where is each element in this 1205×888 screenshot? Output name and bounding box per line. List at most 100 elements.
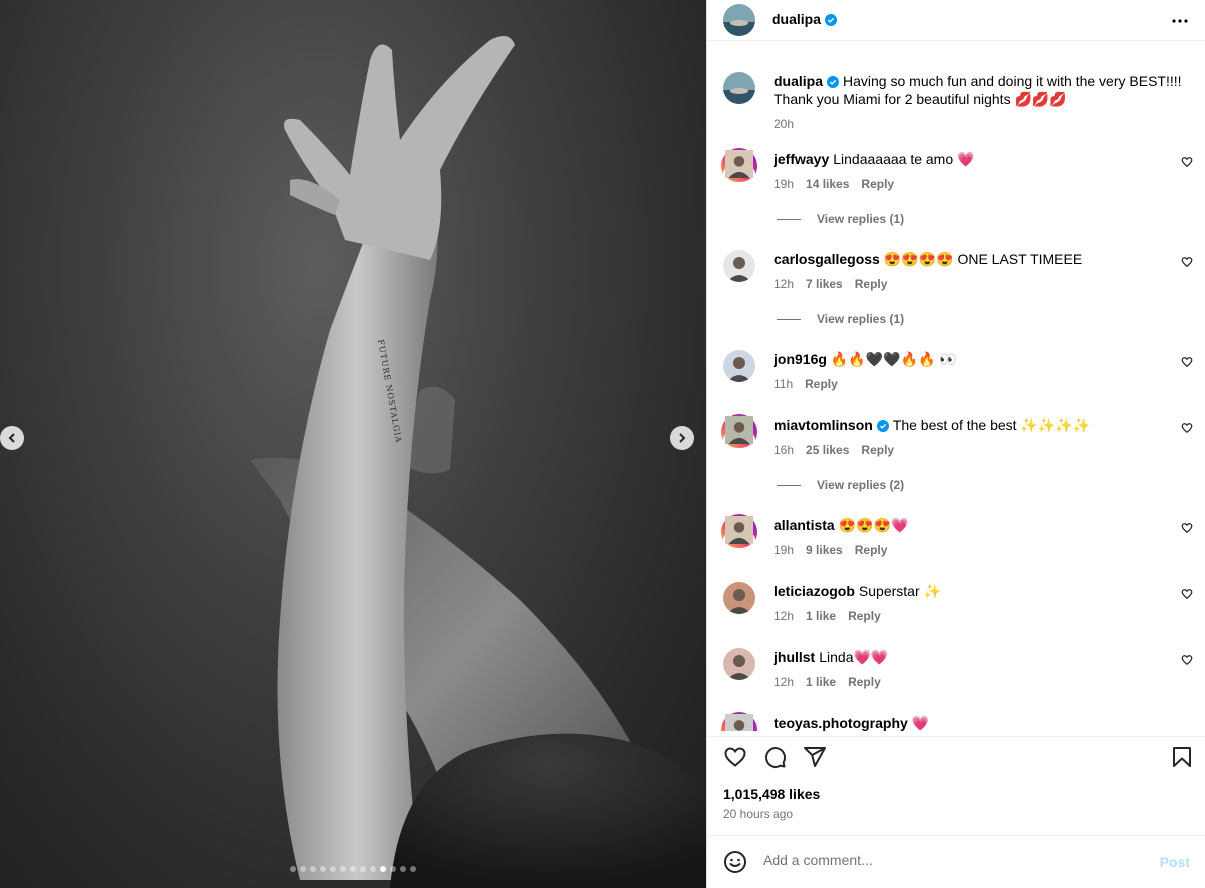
comment-username[interactable]: carlosgallegoss bbox=[774, 251, 880, 267]
caption-meta: 20h bbox=[774, 117, 806, 131]
author-avatar[interactable] bbox=[723, 4, 755, 36]
comment-username[interactable]: jeffwayy bbox=[774, 151, 829, 167]
comment-time[interactable]: 12h bbox=[774, 609, 794, 623]
comment-body: 😍😍😍😍 ONE LAST TIMEEE bbox=[883, 251, 1083, 267]
comment-time[interactable]: 19h bbox=[774, 543, 794, 557]
reply-button[interactable]: Reply bbox=[861, 443, 894, 457]
comment-meta: 11h Reply bbox=[774, 377, 850, 391]
likes-count[interactable]: 1,015,498 likes bbox=[723, 786, 820, 802]
carousel-dot bbox=[370, 866, 376, 872]
comment-username[interactable]: teoyas.photography bbox=[774, 715, 908, 731]
commenter-avatar[interactable] bbox=[721, 712, 757, 731]
like-comment-icon[interactable] bbox=[1181, 654, 1193, 666]
commenter-avatar[interactable] bbox=[721, 414, 757, 450]
carousel-dot bbox=[320, 866, 326, 872]
comment-username[interactable]: jon916g bbox=[774, 351, 827, 367]
comment-text: allantista 😍😍😍💗 bbox=[774, 516, 1184, 534]
comment-body: 😍😍😍💗 bbox=[838, 517, 909, 533]
comment-body: Superstar ✨ bbox=[858, 583, 941, 599]
like-comment-icon[interactable] bbox=[1181, 522, 1193, 534]
comment-time[interactable]: 12h bbox=[774, 675, 794, 689]
comment-likes[interactable]: 1 like bbox=[806, 675, 836, 689]
comment-time[interactable]: 11h bbox=[774, 377, 793, 391]
comment-likes[interactable]: 7 likes bbox=[806, 277, 843, 291]
chevron-right-icon bbox=[679, 433, 686, 443]
reply-button[interactable]: Reply bbox=[855, 543, 888, 557]
commenter-avatar[interactable] bbox=[723, 582, 755, 614]
previous-photo-button[interactable] bbox=[0, 426, 24, 450]
heart-icon[interactable] bbox=[723, 745, 747, 769]
comment-username[interactable]: miavtomlinson bbox=[774, 417, 873, 433]
bookmark-icon[interactable] bbox=[1170, 745, 1194, 769]
post-header: dualipa bbox=[707, 0, 1205, 41]
commenter-avatar[interactable] bbox=[721, 148, 757, 184]
divider bbox=[777, 319, 801, 321]
reply-button[interactable]: Reply bbox=[861, 177, 894, 191]
carousel-dot bbox=[330, 866, 336, 872]
comment-input[interactable] bbox=[763, 852, 1133, 868]
comment-likes[interactable]: 9 likes bbox=[806, 543, 843, 557]
like-comment-icon[interactable] bbox=[1181, 588, 1193, 600]
next-photo-button[interactable] bbox=[670, 426, 694, 450]
comment-icon[interactable] bbox=[763, 745, 787, 769]
post-time[interactable]: 20 hours ago bbox=[723, 807, 793, 821]
comment-text: jhullst Linda💗💗 bbox=[774, 648, 1184, 666]
carousel-indicator bbox=[0, 866, 706, 872]
comment-body: 💗 bbox=[911, 715, 930, 731]
author-username[interactable]: dualipa bbox=[772, 11, 838, 27]
comment-meta: 12h 7 likes Reply bbox=[774, 277, 899, 291]
comment-meta: 16h 25 likes Reply bbox=[774, 443, 906, 457]
caption-text: dualipa Having so much fun and doing it w… bbox=[774, 72, 1184, 108]
caption-username[interactable]: dualipa bbox=[774, 73, 823, 89]
like-comment-icon[interactable] bbox=[1181, 356, 1193, 368]
view-replies-label: View replies (2) bbox=[817, 478, 905, 492]
comment-username[interactable]: leticiazogob bbox=[774, 583, 855, 599]
comment-likes[interactable]: 14 likes bbox=[806, 177, 849, 191]
commenter-avatar[interactable] bbox=[723, 250, 755, 282]
carousel-dot bbox=[400, 866, 406, 872]
post-comment-button[interactable]: Post bbox=[1160, 854, 1190, 870]
carousel-dot bbox=[410, 866, 416, 872]
divider bbox=[777, 485, 801, 487]
comment-body: Lindaaaaaa te amo 💗 bbox=[833, 151, 975, 167]
emoji-icon[interactable] bbox=[723, 850, 747, 874]
divider bbox=[777, 219, 801, 221]
comment-text: teoyas.photography 💗 bbox=[774, 714, 1184, 731]
action-bar bbox=[707, 736, 1205, 776]
view-replies-button[interactable]: View replies (1) bbox=[777, 312, 904, 326]
caption-avatar[interactable] bbox=[723, 72, 755, 104]
commenter-avatar[interactable] bbox=[721, 514, 757, 550]
comments-list[interactable]: dualipa Having so much fun and doing it w… bbox=[707, 41, 1205, 731]
post-media[interactable]: FUTURE NOSTALGIA bbox=[0, 0, 706, 888]
view-replies-button[interactable]: View replies (1) bbox=[777, 212, 904, 226]
post-sidebar: dualipa dualipa Having so much fun and do… bbox=[706, 0, 1205, 888]
comment-composer: Post bbox=[707, 835, 1205, 888]
comment-username[interactable]: jhullst bbox=[774, 649, 815, 665]
reply-button[interactable]: Reply bbox=[848, 609, 881, 623]
more-horizontal-icon[interactable] bbox=[1171, 12, 1189, 30]
view-replies-button[interactable]: View replies (2) bbox=[777, 478, 904, 492]
commenter-avatar[interactable] bbox=[723, 648, 755, 680]
like-comment-icon[interactable] bbox=[1181, 256, 1193, 268]
commenter-avatar[interactable] bbox=[723, 350, 755, 382]
comment-body: 🔥🔥🖤🖤🔥🔥 👀 bbox=[830, 351, 957, 367]
comment-time[interactable]: 12h bbox=[774, 277, 794, 291]
comment-likes[interactable]: 1 like bbox=[806, 609, 836, 623]
share-icon[interactable] bbox=[803, 745, 827, 769]
comment-likes[interactable]: 25 likes bbox=[806, 443, 849, 457]
like-comment-icon[interactable] bbox=[1181, 156, 1193, 168]
reply-button[interactable]: Reply bbox=[855, 277, 888, 291]
comment-time[interactable]: 19h bbox=[774, 177, 794, 191]
comment-time[interactable]: 16h bbox=[774, 443, 794, 457]
carousel-dot bbox=[340, 866, 346, 872]
reply-button[interactable]: Reply bbox=[848, 675, 881, 689]
comment-username[interactable]: allantista bbox=[774, 517, 835, 533]
view-replies-label: View replies (1) bbox=[817, 212, 905, 226]
carousel-dot bbox=[290, 866, 296, 872]
like-comment-icon[interactable] bbox=[1181, 422, 1193, 434]
comment-text: miavtomlinson The best of the best ✨✨✨✨ bbox=[774, 416, 1184, 434]
carousel-dot bbox=[310, 866, 316, 872]
carousel-dot bbox=[390, 866, 396, 872]
reply-button[interactable]: Reply bbox=[805, 377, 838, 391]
caption-time[interactable]: 20h bbox=[774, 117, 794, 131]
